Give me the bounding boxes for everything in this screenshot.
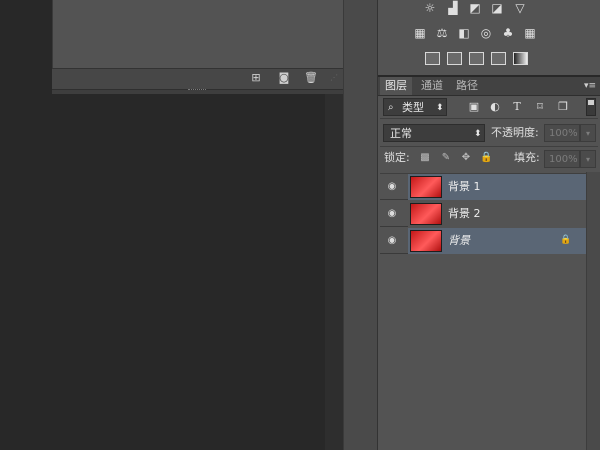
dropdown-arrow-icon: ⬍ (474, 129, 482, 139)
photo-filter-icon[interactable]: ◎ (478, 26, 494, 40)
threshold-icon[interactable] (469, 52, 484, 65)
triangle-icon[interactable]: ▽ (512, 1, 528, 15)
new-document-from-state-icon[interactable]: ⊞ (249, 71, 263, 85)
dock-gap (325, 94, 343, 450)
vibrance-icon[interactable]: ▦ (412, 26, 428, 40)
fill-field[interactable]: 100% (544, 150, 580, 168)
layer-thumbnail (410, 230, 442, 252)
layer-row-body[interactable]: 背景 1 (408, 174, 586, 200)
collapsed-dock-strip[interactable] (343, 0, 378, 450)
lock-move-icon[interactable]: ✥ (460, 152, 472, 164)
eye-icon[interactable]: ◉ (382, 201, 402, 227)
panel-drag-grip[interactable] (188, 89, 206, 92)
lock-transparent-icon[interactable]: ▩ (419, 152, 431, 164)
opacity-dropdown-arrow-icon[interactable]: ▾ (580, 124, 596, 142)
brightness-icon[interactable]: ☼ (422, 1, 438, 15)
levels-icon[interactable]: ▟ (445, 1, 461, 15)
type-filter-icon[interactable]: T (510, 100, 524, 114)
fill-dropdown-arrow-icon[interactable]: ▾ (580, 150, 596, 168)
shape-filter-icon[interactable]: ⌑ (533, 100, 547, 114)
lock-brush-icon[interactable]: ✎ (440, 152, 452, 164)
eye-icon[interactable]: ◉ (382, 228, 402, 254)
layer-name: 背景 (448, 234, 470, 247)
lock-label: 锁定: (384, 151, 410, 164)
tab-channels[interactable]: 通道 (416, 77, 448, 95)
pixel-filter-icon[interactable]: ▣ (467, 100, 481, 114)
smart-object-filter-icon[interactable]: ❐ (556, 100, 570, 114)
camera-icon[interactable]: ◙ (277, 71, 291, 85)
history-panel-footer (52, 68, 343, 89)
gradient-map-icon[interactable] (513, 52, 528, 65)
invert-icon[interactable] (425, 52, 440, 65)
search-icon: ⌕ (388, 102, 394, 113)
tab-layers[interactable]: 图层 (380, 77, 412, 95)
eye-icon[interactable]: ◉ (382, 174, 402, 200)
lock-icon: 🔒 (560, 235, 572, 245)
layer-thumbnail (410, 203, 442, 225)
layer-name: 背景 1 (448, 180, 481, 193)
filter-kind-label: 类型 (402, 101, 424, 114)
selective-color-icon[interactable] (491, 52, 506, 65)
dropdown-arrow-icon: ⬍ (436, 103, 444, 113)
panel-menu-icon[interactable]: ▾≡ (583, 80, 597, 92)
lock-all-icon[interactable]: 🔒 (480, 152, 492, 164)
fill-label: 填充: (514, 151, 540, 164)
channel-mixer-icon[interactable]: ♣ (500, 26, 516, 40)
filter-kind-select[interactable]: ⌕ 类型 ⬍ (383, 98, 447, 116)
blend-mode-select[interactable]: 正常 ⬍ (383, 124, 485, 142)
exposure-icon[interactable]: ◪ (489, 1, 505, 15)
tab-paths[interactable]: 路径 (451, 77, 483, 95)
blend-mode-value: 正常 (390, 127, 412, 140)
black-white-icon[interactable]: ◧ (456, 26, 472, 40)
layer-name: 背景 2 (448, 207, 481, 220)
trash-icon[interactable]: 🗑 (304, 71, 318, 85)
opacity-field[interactable]: 100% (544, 124, 580, 142)
resize-grip-icon[interactable]: ⋰ (330, 73, 340, 83)
posterize-icon[interactable] (447, 52, 462, 65)
layers-scrollbar[interactable] (586, 172, 600, 450)
divider (380, 118, 598, 119)
adjustment-filter-icon[interactable]: ◐ (488, 100, 502, 114)
layer-row-body[interactable]: 背景 2 (408, 201, 586, 227)
filter-toggle-icon[interactable] (586, 98, 596, 116)
divider (380, 146, 598, 147)
color-lookup-icon[interactable]: ▦ (522, 26, 538, 40)
opacity-label: 不透明度: (491, 126, 539, 139)
layer-thumbnail (410, 176, 442, 198)
balance-icon[interactable]: ⚖ (434, 26, 450, 40)
layer-row-body[interactable]: 背景 🔒 (408, 228, 586, 254)
curves-icon[interactable]: ◩ (467, 1, 483, 15)
